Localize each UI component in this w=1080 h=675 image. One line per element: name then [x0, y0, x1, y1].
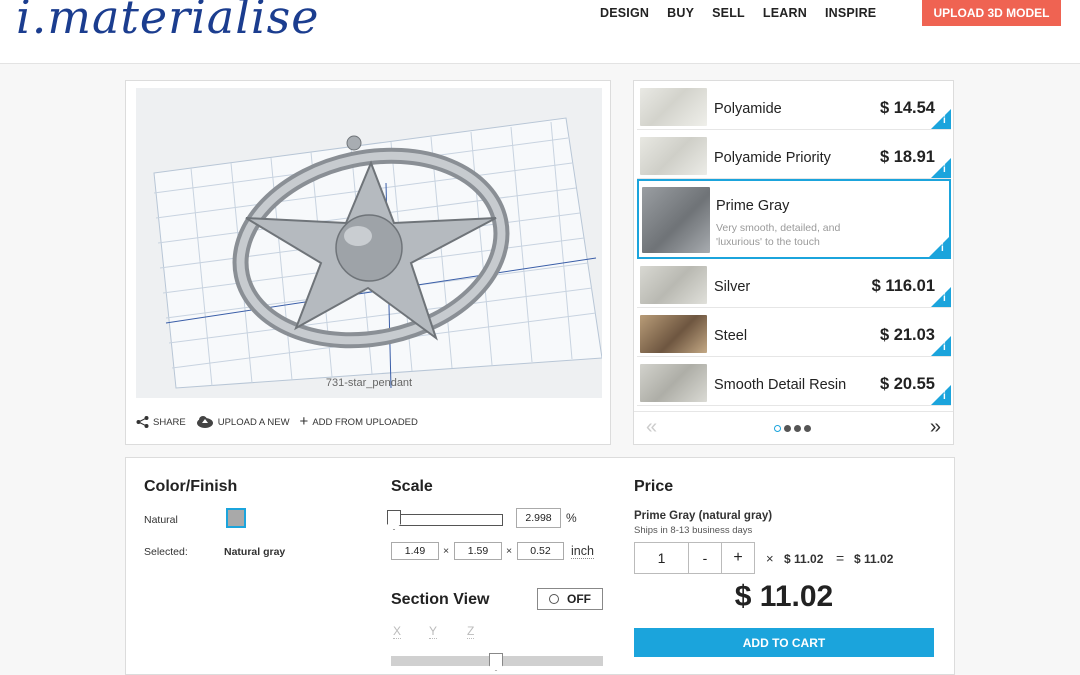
- material-item-steel[interactable]: Steel $ 21.03 i: [637, 311, 951, 357]
- material-item-prime-gray[interactable]: Prime Gray Very smooth, detailed, and 'l…: [637, 179, 951, 259]
- info-icon[interactable]: i: [931, 158, 951, 178]
- prev-page-button[interactable]: «: [646, 416, 657, 439]
- price-title: Price: [634, 478, 674, 495]
- upload-3d-model-button[interactable]: UPLOAD 3D MODEL: [922, 0, 1061, 26]
- section-view-title: Section View: [391, 591, 490, 608]
- material-name: Prime Gray: [716, 198, 790, 214]
- selected-label: Selected:: [144, 546, 188, 558]
- material-thumbnail: [640, 88, 707, 126]
- equals-sign: =: [836, 550, 845, 566]
- page-dot-4[interactable]: [804, 425, 811, 432]
- site-header: i.materialise DESIGN BUY SELL LEARN INSP…: [0, 0, 1080, 64]
- scale-slider-handle[interactable]: [387, 510, 401, 530]
- info-icon[interactable]: i: [931, 385, 951, 405]
- add-to-cart-button[interactable]: ADD TO CART: [634, 628, 934, 657]
- material-item-smooth-detail-resin[interactable]: Smooth Detail Resin $ 20.55 i: [637, 360, 951, 406]
- times-sign: ×: [443, 545, 450, 557]
- toggle-state: OFF: [567, 592, 591, 606]
- times-sign: ×: [766, 551, 774, 566]
- section-view-toggle[interactable]: OFF: [537, 588, 603, 610]
- quantity-decrement-button[interactable]: -: [688, 542, 722, 574]
- add-from-uploaded-action[interactable]: + ADD FROM UPLOADED: [299, 413, 418, 430]
- shipping-info: Ships in 8-13 business days: [634, 525, 753, 536]
- next-page-button[interactable]: »: [930, 416, 941, 439]
- info-icon[interactable]: i: [931, 109, 951, 129]
- material-name: Polyamide Priority: [714, 150, 831, 166]
- material-description: Very smooth, detailed, and 'luxurious' t…: [716, 222, 841, 248]
- share-label: SHARE: [153, 416, 186, 428]
- color-finish-title: Color/Finish: [144, 478, 238, 495]
- material-price: $ 18.91: [879, 148, 935, 166]
- axis-x[interactable]: X: [393, 624, 402, 639]
- main-nav: DESIGN BUY SELL LEARN INSPIRE: [600, 6, 876, 20]
- material-thumbnail: [640, 315, 707, 353]
- line-total: $ 11.02: [854, 552, 894, 566]
- material-thumbnail: [642, 187, 710, 253]
- dimension-z-input[interactable]: 0.52: [517, 542, 564, 560]
- 3d-canvas[interactable]: 731-star_pendant: [136, 88, 602, 398]
- plus-icon: +: [299, 413, 309, 430]
- material-name: Silver: [714, 279, 751, 295]
- materials-list: Polyamide $ 14.54 i Polyamide Priority $…: [633, 80, 954, 445]
- material-item-silver[interactable]: Silver $ 116.01 i: [637, 262, 951, 308]
- share-action[interactable]: SHARE: [136, 416, 186, 428]
- material-item-polyamide[interactable]: Polyamide $ 14.54 i: [637, 84, 951, 130]
- nav-learn[interactable]: LEARN: [763, 6, 807, 20]
- selected-color-value: Natural gray: [224, 546, 286, 558]
- material-thumbnail: [640, 137, 707, 175]
- model-filename: 731-star_pendant: [325, 377, 413, 389]
- scale-slider[interactable]: [391, 514, 503, 526]
- material-name: Smooth Detail Resin: [714, 377, 847, 393]
- axis-y[interactable]: Y: [429, 624, 438, 639]
- cloud-upload-icon: [196, 416, 213, 428]
- quantity-increment-button[interactable]: +: [721, 542, 755, 574]
- model-render: [153, 117, 602, 389]
- times-sign: ×: [506, 545, 513, 557]
- share-icon: [136, 416, 149, 428]
- info-icon[interactable]: i: [931, 287, 951, 307]
- section-slider-handle[interactable]: [489, 653, 503, 671]
- nav-inspire[interactable]: INSPIRE: [825, 6, 876, 20]
- scale-title: Scale: [391, 478, 433, 495]
- viewer-actions: SHARE UPLOAD A NEW + ADD FROM UPLOADED: [136, 413, 418, 430]
- material-price: $ 20.55: [879, 375, 935, 393]
- material-price: $ 116.01: [871, 277, 935, 295]
- material-thumbnail: [640, 364, 707, 402]
- scale-percent-input[interactable]: 2.998: [516, 508, 561, 528]
- options-panel: Color/Finish Natural Selected: Natural g…: [125, 457, 955, 675]
- unit-price: $ 11.02: [784, 552, 824, 566]
- material-price: $ 14.54: [879, 99, 935, 117]
- material-name: Polyamide: [714, 101, 782, 117]
- total-price: $ 11.02: [734, 580, 834, 613]
- add-from-uploaded-label: ADD FROM UPLOADED: [312, 416, 418, 428]
- nav-sell[interactable]: SELL: [712, 6, 745, 20]
- percent-unit: %: [566, 511, 577, 525]
- material-name: Steel: [714, 328, 748, 344]
- axis-z[interactable]: Z: [467, 624, 475, 639]
- nav-buy[interactable]: BUY: [667, 6, 694, 20]
- logo[interactable]: i.materialise: [16, 0, 319, 44]
- upload-new-action[interactable]: UPLOAD A NEW: [196, 416, 290, 428]
- upload-new-label: UPLOAD A NEW: [217, 416, 290, 428]
- finish-option-label: Natural: [144, 514, 178, 526]
- color-swatch-natural[interactable]: [226, 508, 246, 528]
- info-icon[interactable]: i: [929, 237, 949, 257]
- nav-design[interactable]: DESIGN: [600, 6, 649, 20]
- toggle-circle-icon: [549, 594, 559, 604]
- page-dot-2[interactable]: [784, 425, 791, 432]
- materials-pager: « »: [634, 411, 953, 445]
- page-dots: [774, 425, 811, 432]
- page-dot-1[interactable]: [774, 425, 781, 432]
- dimension-y-input[interactable]: 1.59: [454, 542, 502, 560]
- quantity-input[interactable]: 1: [634, 542, 689, 574]
- page-dot-3[interactable]: [794, 425, 801, 432]
- model-viewer-panel: 731-star_pendant SHARE UPLOAD A NEW + AD…: [125, 80, 611, 445]
- material-price: $ 21.03: [879, 326, 935, 344]
- material-item-polyamide-priority[interactable]: Polyamide Priority $ 18.91 i: [637, 133, 951, 179]
- material-thumbnail: [640, 266, 707, 304]
- dimension-x-input[interactable]: 1.49: [391, 542, 439, 560]
- info-icon[interactable]: i: [931, 336, 951, 356]
- price-material: Prime Gray (natural gray): [634, 510, 773, 522]
- unit-selector[interactable]: inch: [571, 544, 594, 559]
